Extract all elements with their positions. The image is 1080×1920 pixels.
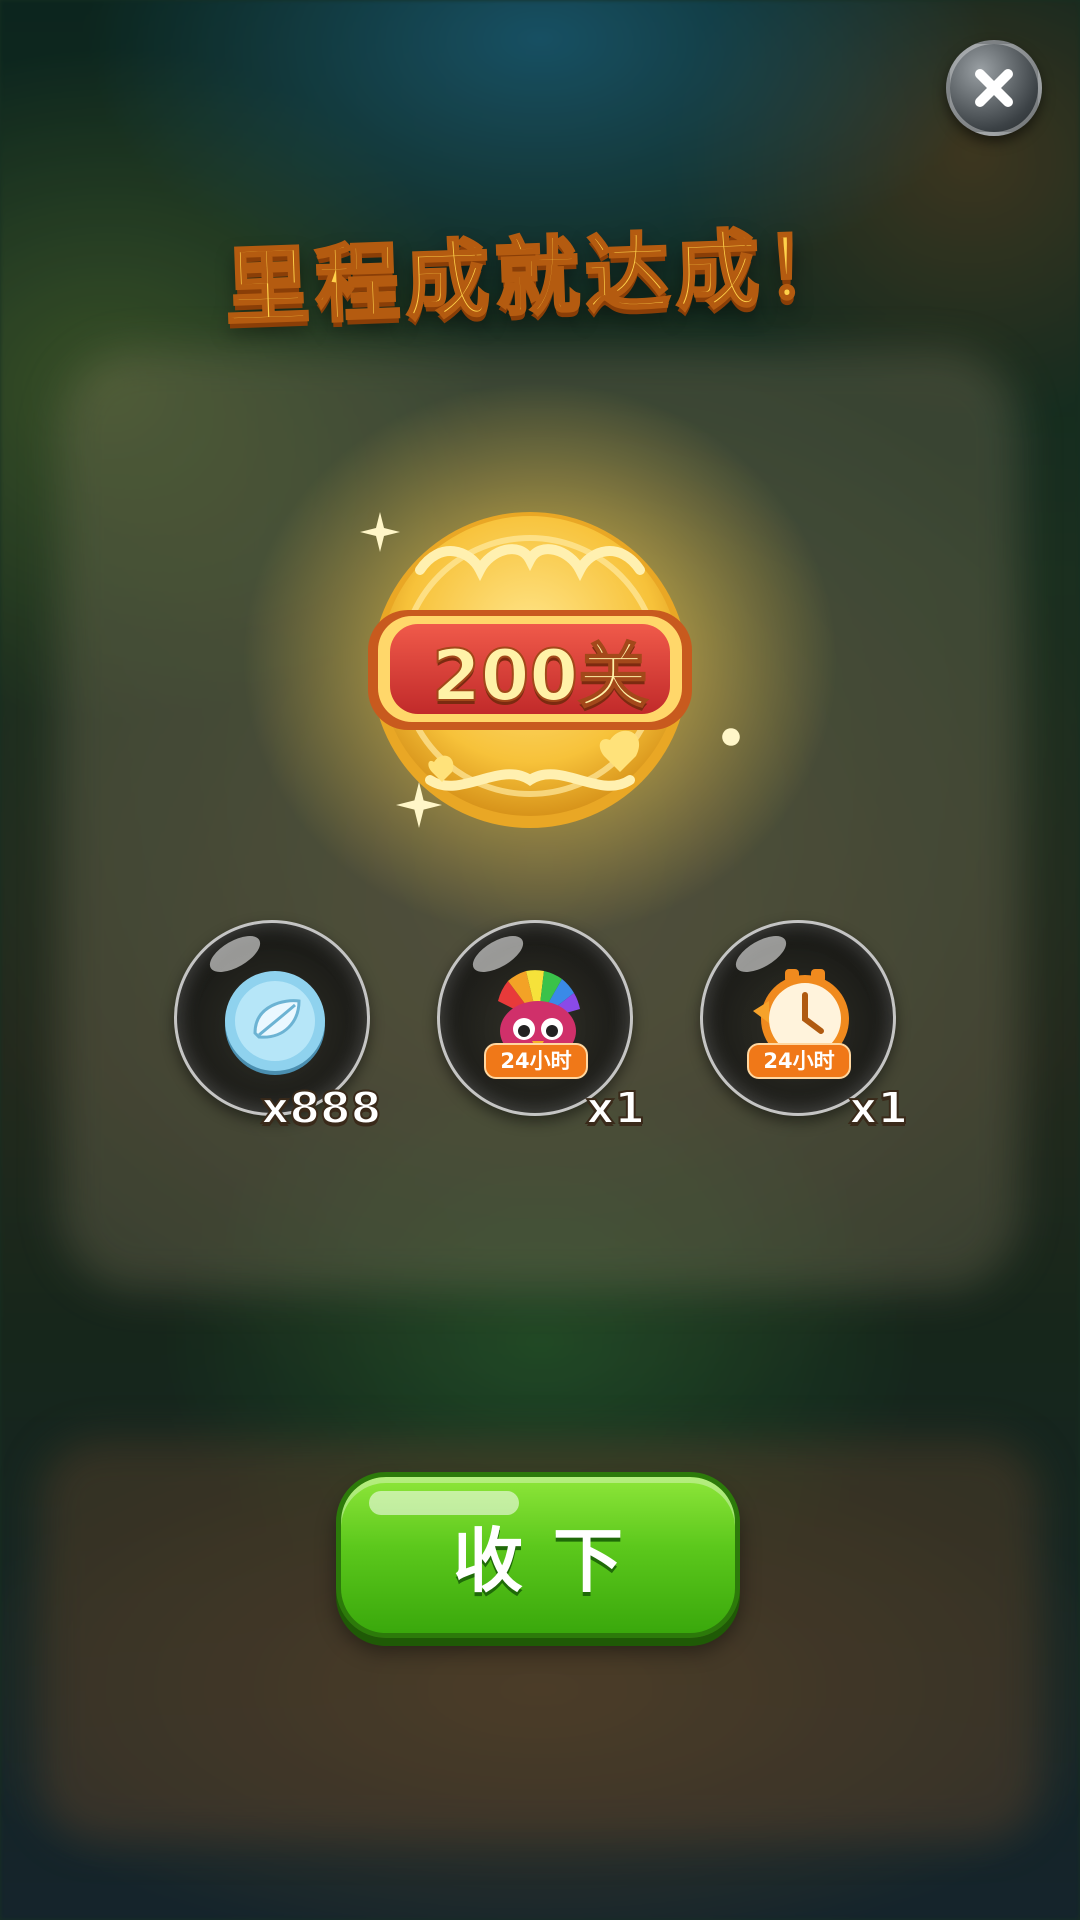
sparkle-icon	[722, 728, 740, 746]
reward-quantity: x1	[848, 1082, 909, 1135]
collect-button-label: 收下	[453, 1519, 653, 1602]
collect-button[interactable]: 收下	[336, 1472, 740, 1638]
reward-quantity: x1	[585, 1082, 646, 1135]
reward-item-time-booster: 24小时 x1	[700, 920, 909, 1135]
reward-duration-badge: 24小时	[747, 1043, 851, 1079]
close-icon	[975, 69, 1013, 107]
reward-quantity: x888	[260, 1082, 382, 1135]
reward-duration-badge: 24小时	[484, 1043, 588, 1079]
reward-item-coins: x888	[174, 920, 382, 1135]
silver-leaf-coin-icon	[225, 971, 325, 1075]
reward-item-rainbow-booster: 24小时 x1	[437, 920, 646, 1135]
close-button[interactable]	[946, 40, 1042, 136]
medal-level-label: 200关	[431, 634, 649, 718]
